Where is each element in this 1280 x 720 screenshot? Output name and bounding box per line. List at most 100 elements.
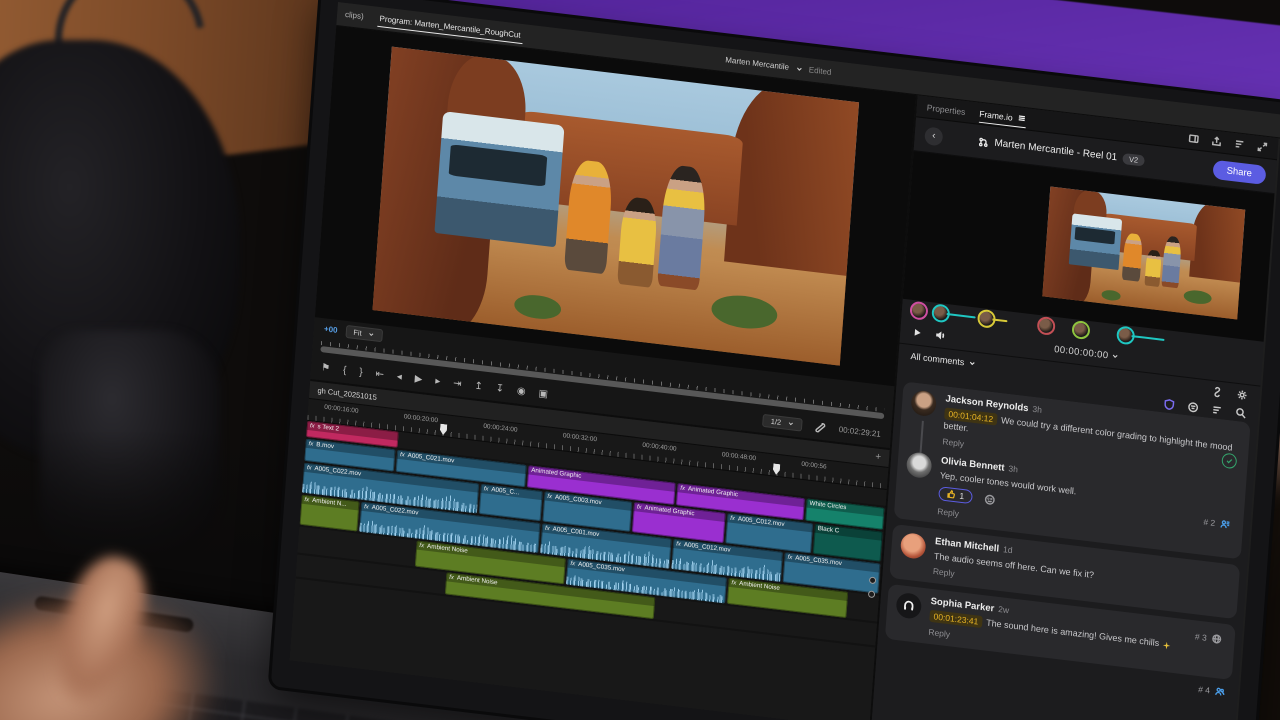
- fx-badge: fx: [545, 525, 550, 532]
- share-button[interactable]: Share: [1212, 160, 1266, 185]
- shield-icon[interactable]: [1163, 398, 1175, 410]
- comment-marker-avatar[interactable]: [979, 311, 993, 326]
- fx-badge: fx: [547, 493, 552, 500]
- clip-label: A005_C...: [491, 486, 519, 496]
- version-stack-icon: [978, 136, 989, 147]
- player-timecode[interactable]: 00:00:00:00: [1054, 343, 1120, 362]
- sparkles-icon: [1161, 640, 1171, 650]
- fx-badge: fx: [680, 485, 685, 492]
- ruler-timecode-label: 00:00:32:00: [563, 432, 598, 443]
- filter-icon[interactable]: [1187, 401, 1199, 413]
- fx-badge: fx: [307, 465, 312, 472]
- video-frame-small: [1042, 187, 1245, 320]
- add-reaction-icon[interactable]: [984, 493, 996, 505]
- edited-status: Edited: [809, 65, 832, 77]
- comment-marker-avatar[interactable]: [1039, 318, 1053, 333]
- fx-badge: fx: [637, 504, 642, 511]
- people-icon: [1215, 686, 1226, 697]
- ruler-timecode-label: 00:00:40:00: [642, 442, 677, 453]
- go-to-in-icon[interactable]: ⇤: [375, 368, 384, 380]
- tab-frameio[interactable]: Frame.io: [979, 104, 1028, 128]
- thumbs-up-reaction[interactable]: 1: [938, 486, 973, 504]
- headphones-avatar-icon: [902, 599, 916, 614]
- zoom-level-dropdown[interactable]: Fit: [345, 324, 383, 341]
- back-button[interactable]: ‹: [924, 126, 943, 146]
- ruler-timecode-label: 00:00:24:00: [483, 423, 518, 434]
- comment-range-line: [1131, 335, 1165, 341]
- playhead-marker[interactable]: [773, 463, 781, 475]
- project-title[interactable]: Marten Mercantile: [725, 55, 789, 72]
- clip-label: B.mov: [316, 441, 334, 450]
- sort-lines-icon[interactable]: [1234, 138, 1246, 150]
- timeline-tab[interactable]: gh Cut_20251015: [317, 386, 377, 402]
- link-icon[interactable]: [1211, 386, 1223, 398]
- ruler-timecode-label: 00:00:16:00: [324, 404, 359, 415]
- expand-icon[interactable]: [1256, 141, 1268, 153]
- avatar: [900, 532, 927, 560]
- playhead-marker[interactable]: [440, 424, 448, 436]
- go-to-out-icon[interactable]: ⇥: [453, 377, 462, 389]
- step-back-icon[interactable]: ◂: [396, 371, 402, 383]
- settings-wrench-icon[interactable]: [815, 421, 827, 433]
- step-forward-icon[interactable]: ▸: [435, 375, 441, 387]
- chevron-down-icon[interactable]: [795, 64, 804, 73]
- ruler-timecode-label: 00:00:20:00: [404, 413, 439, 424]
- clip-label: s Text 2: [317, 423, 339, 433]
- panel-tab-fragment[interactable]: clips): [345, 10, 364, 21]
- sort-lines-icon[interactable]: [1211, 404, 1223, 416]
- all-comments-dropdown[interactable]: All comments: [910, 351, 964, 367]
- add-track-button[interactable]: +: [875, 451, 882, 463]
- play-icon[interactable]: [912, 327, 923, 338]
- comment-marker-avatar[interactable]: [1118, 328, 1132, 343]
- export-frame-icon[interactable]: ◉: [517, 385, 526, 397]
- video-frame: [372, 47, 859, 366]
- timeline-clip[interactable]: fxA005_C...: [479, 484, 543, 521]
- extract-icon[interactable]: ↧: [495, 383, 504, 395]
- comment-timecode-chip[interactable]: 00:01:23:41: [929, 610, 982, 628]
- fx-badge: fx: [730, 515, 735, 522]
- comment-marker-avatar[interactable]: [1074, 322, 1088, 337]
- mark-in-icon[interactable]: {: [343, 364, 347, 375]
- avatar: [910, 389, 937, 417]
- fx-badge: fx: [449, 574, 454, 581]
- hamburger-icon[interactable]: [1017, 113, 1027, 123]
- fx-badge: fx: [308, 441, 313, 448]
- speaker-icon[interactable]: [934, 329, 947, 342]
- version-badge[interactable]: V2: [1123, 153, 1145, 166]
- monitor-timecode[interactable]: +00: [324, 324, 338, 335]
- playback-resolution-dropdown[interactable]: 1/2: [762, 413, 802, 431]
- comment-range-line: [946, 313, 976, 319]
- fx-badge: fx: [310, 423, 315, 430]
- mark-out-icon[interactable]: }: [359, 366, 363, 377]
- fx-badge: fx: [731, 580, 736, 587]
- play-icon[interactable]: ▶: [414, 373, 422, 385]
- tab-properties[interactable]: Properties: [927, 102, 966, 117]
- frameio-panel: Properties Frame.io ‹ Marten Mercantile …: [871, 95, 1278, 720]
- search-icon[interactable]: [1235, 407, 1247, 419]
- comment-marker-avatar[interactable]: [933, 306, 947, 321]
- ruler-timecode-label: 00:00:56: [801, 461, 827, 471]
- avatar: [895, 592, 922, 620]
- fx-badge: fx: [787, 554, 792, 561]
- program-monitor: +00 Fit ⚑{}⇤◂▶▸⇥↥↧◉▣ 1/: [310, 26, 915, 448]
- chevron-down-icon: [1111, 352, 1120, 361]
- fx-badge: fx: [676, 541, 681, 548]
- fx-badge: fx: [419, 542, 424, 549]
- panel-icon[interactable]: [1188, 133, 1200, 145]
- timeline-clip[interactable]: fxAmbient N...: [300, 495, 360, 532]
- fx-badge: fx: [484, 486, 489, 493]
- add-marker-icon[interactable]: ⚑: [321, 362, 331, 374]
- gear-icon[interactable]: [1236, 389, 1248, 401]
- fx-badge: fx: [364, 504, 369, 511]
- export-icon[interactable]: [1211, 135, 1223, 147]
- ruler-timecode-label: 00:00:48:00: [722, 451, 757, 462]
- chevron-down-icon: [968, 358, 977, 367]
- photo-stage: clips) Program: Marten_Mercantile_RoughC…: [0, 0, 1280, 720]
- lift-icon[interactable]: ↥: [474, 380, 483, 392]
- comment-marker-avatar[interactable]: [912, 303, 926, 318]
- comparison-view-icon[interactable]: ▣: [538, 388, 548, 400]
- fx-badge: fx: [570, 560, 575, 567]
- asset-title: Marten Mercantile - Reel 01: [994, 138, 1117, 164]
- sequence-duration: 00:02:29:21: [838, 424, 881, 438]
- clip-label: Black C: [817, 525, 839, 535]
